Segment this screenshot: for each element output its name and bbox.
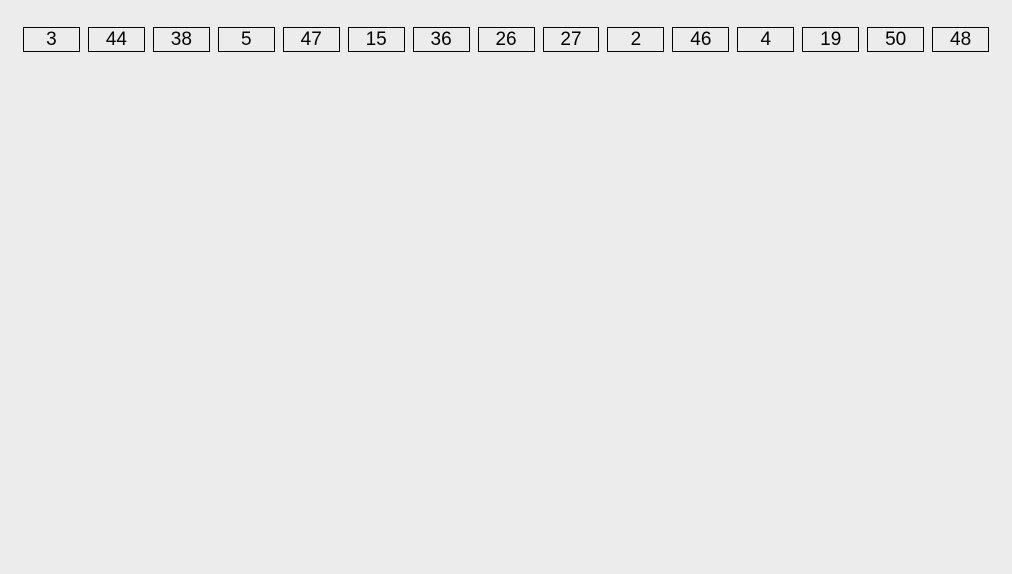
number-cell[interactable]: 38 bbox=[153, 27, 210, 52]
number-cell[interactable]: 4 bbox=[737, 27, 794, 52]
number-cell[interactable]: 47 bbox=[283, 27, 340, 52]
number-cell[interactable]: 3 bbox=[23, 27, 80, 52]
number-cell[interactable]: 36 bbox=[413, 27, 470, 52]
number-cell[interactable]: 2 bbox=[607, 27, 664, 52]
number-cell[interactable]: 46 bbox=[672, 27, 729, 52]
number-cell[interactable]: 48 bbox=[932, 27, 989, 52]
number-cell[interactable]: 15 bbox=[348, 27, 405, 52]
number-row: 3 44 38 5 47 15 36 26 27 2 46 4 19 50 48 bbox=[0, 0, 1012, 79]
number-cell[interactable]: 19 bbox=[802, 27, 859, 52]
number-cell[interactable]: 26 bbox=[478, 27, 535, 52]
number-cell[interactable]: 27 bbox=[543, 27, 600, 52]
number-cell[interactable]: 44 bbox=[88, 27, 145, 52]
number-cell[interactable]: 50 bbox=[867, 27, 924, 52]
number-cell[interactable]: 5 bbox=[218, 27, 275, 52]
